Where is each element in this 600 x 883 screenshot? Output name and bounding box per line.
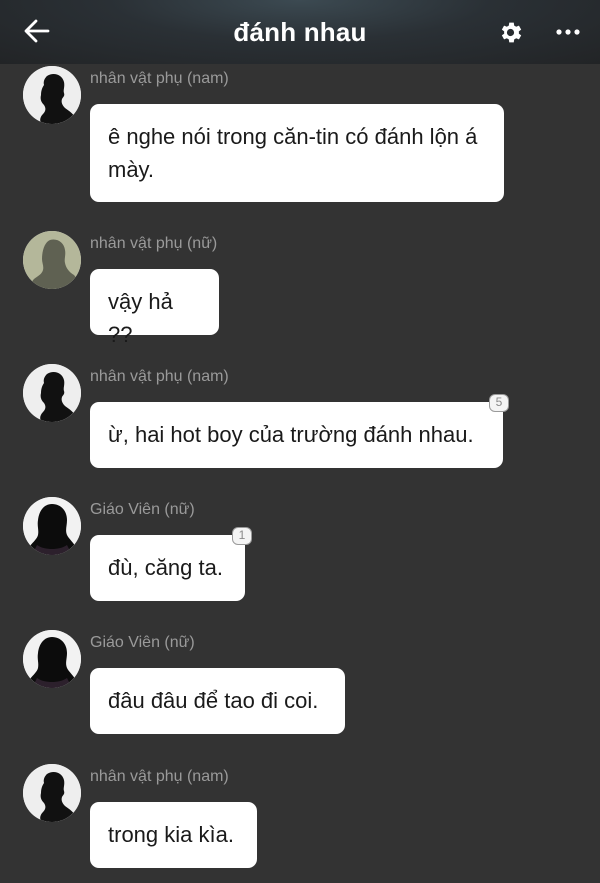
teacher-silhouette-avatar[interactable] (23, 630, 81, 688)
sender-name: Giáo Viên (nữ) (90, 634, 195, 651)
more-options-button[interactable] (554, 20, 582, 44)
message-badge: 1 (232, 527, 252, 545)
message-bubble[interactable]: vậy hả ?? (90, 269, 219, 347)
chat-header: đánh nhau (0, 0, 600, 64)
message-bubble[interactable]: đâu đâu để tao đi coi. (90, 668, 345, 734)
teacher-silhouette-avatar[interactable] (23, 497, 81, 555)
message-bubble[interactable]: ừ, hai hot boy của trường đánh nhau. (90, 402, 503, 468)
settings-button[interactable] (497, 19, 524, 46)
message-bubble[interactable]: đù, căng ta. (90, 535, 245, 601)
sender-name: Giáo Viên (nữ) (90, 501, 195, 518)
message-bubble[interactable]: ê nghe nói trong căn-tin có đánh lộn á m… (90, 104, 504, 202)
gear-icon (501, 22, 522, 43)
sender-name: nhân vật phụ (nữ) (90, 235, 218, 252)
message-badge: 5 (489, 394, 509, 412)
sender-name: nhân vật phụ (nam) (90, 368, 229, 385)
sender-name: nhân vật phụ (nam) (90, 768, 229, 785)
female-silhouette-avatar[interactable] (23, 231, 81, 289)
male-silhouette-avatar[interactable] (23, 364, 81, 422)
message-bubble[interactable]: trong kia kìa. (90, 802, 257, 868)
male-silhouette-avatar[interactable] (23, 764, 81, 822)
male-silhouette-avatar[interactable] (23, 66, 81, 124)
more-horizontal-icon (556, 29, 580, 35)
sender-name: nhân vật phụ (nam) (90, 70, 229, 87)
